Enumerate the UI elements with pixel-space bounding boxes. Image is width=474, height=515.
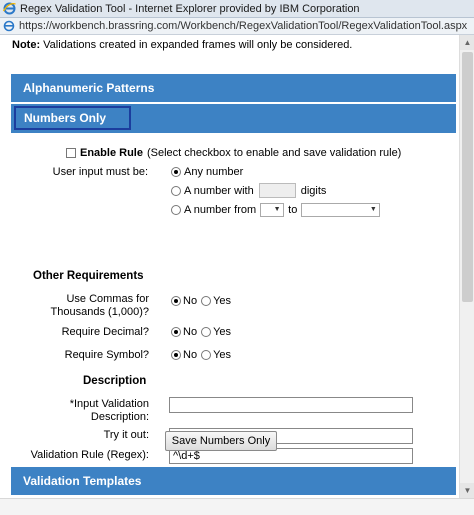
scroll-thumb[interactable] [462,52,473,302]
try-it-out-label: Try it out: [103,429,149,441]
save-numbers-only-button[interactable]: Save Numbers Only [165,431,277,451]
symbol-no-label: No [183,349,198,361]
page-icon [3,20,15,32]
decimal-label: Require Decimal? [61,326,149,338]
numbers-only-form: Enable Rule (Select checkbox to enable a… [11,133,456,465]
decimal-options: No Yes [171,326,231,338]
decimal-yes-label: Yes [213,326,232,338]
regex-label: Validation Rule (Regex): [30,449,149,461]
range-to-select[interactable]: ▼ [301,203,381,217]
enable-rule-hint: (Select checkbox to enable and save vali… [146,147,402,159]
scroll-down-icon[interactable]: ▼ [460,483,474,498]
input-description-label-line2: Description: [90,411,149,423]
page-content: Note: Validations created in expanded fr… [0,35,459,498]
scroll-up-icon[interactable]: ▲ [460,35,474,50]
chevron-down-icon: ▼ [273,206,281,213]
enable-rule-checkbox[interactable] [66,148,76,158]
radio-number-with-digits[interactable] [171,185,181,196]
digits-input[interactable] [258,183,296,198]
option-number-from-range[interactable]: A number from ▼ to ▼ [171,203,384,217]
enable-rule-row: Enable Rule (Select checkbox to enable a… [66,147,401,159]
option-any-number-label: Any number [184,166,244,178]
commas-label-line2: Thousands (1,000)? [50,306,149,318]
commas-no-radio[interactable] [171,296,181,306]
decimal-no-radio[interactable] [171,327,181,337]
symbol-yes-label: Yes [213,349,232,361]
commas-yes-radio[interactable] [201,296,212,306]
range-from-select[interactable]: ▼ [260,203,285,217]
window-title: Regex Validation Tool - Internet Explore… [20,2,360,15]
option-number-with-digits[interactable]: A number with digits [171,183,326,198]
input-description-label-line1: *Input Validation [69,398,149,410]
commas-no-label: No [183,295,198,307]
commas-yes-label: Yes [213,295,232,307]
radio-number-from[interactable] [171,205,181,215]
window-titlebar: Regex Validation Tool - Internet Explore… [0,0,474,18]
option-digits-label: digits [300,184,327,197]
address-bar[interactable]: https://workbench.brassring.com/Workbenc… [0,18,474,35]
chevron-down-icon: ▼ [369,206,377,213]
note-label: Note: [12,39,41,51]
radio-any-number[interactable] [171,167,181,177]
internet-explorer-icon [3,2,16,15]
option-number-from-label: A number from [184,204,257,216]
symbol-label: Require Symbol? [64,349,149,361]
note-body: Validations created in expanded frames w… [40,39,353,51]
section-numbers-only[interactable]: Numbers Only [14,106,131,130]
input-description-label: *Input Validation Description: [31,398,149,424]
section-numbers-only-bar[interactable]: Numbers Only [11,104,456,133]
section-alphanumeric-patterns[interactable]: Alphanumeric Patterns [11,74,456,102]
page-url[interactable]: https://workbench.brassring.com/Workbenc… [19,20,467,32]
other-requirements-heading: Other Requirements [33,270,144,282]
option-number-with-label: A number with [184,184,254,197]
decimal-no-label: No [183,326,198,338]
decimal-yes-radio[interactable] [201,327,212,337]
description-heading: Description [83,375,147,387]
vertical-scrollbar[interactable]: ▲ ▼ [459,35,474,498]
section-validation-templates[interactable]: Validation Templates [11,467,456,495]
user-input-label: User input must be: [52,166,148,178]
option-any-number[interactable]: Any number [171,166,243,178]
commas-label: Use Commas for Thousands (1,000)? [31,293,149,319]
enable-rule-label: Enable Rule [80,147,143,159]
commas-options: No Yes [171,295,231,307]
symbol-options: No Yes [171,349,231,361]
window-bottom-edge [0,498,474,515]
commas-label-line1: Use Commas for [66,293,149,305]
option-to-label: to [288,204,298,216]
symbol-yes-radio[interactable] [201,350,212,360]
input-description-field[interactable] [169,397,413,413]
symbol-no-radio[interactable] [171,350,181,360]
note-text: Note: Validations created in expanded fr… [12,39,352,51]
